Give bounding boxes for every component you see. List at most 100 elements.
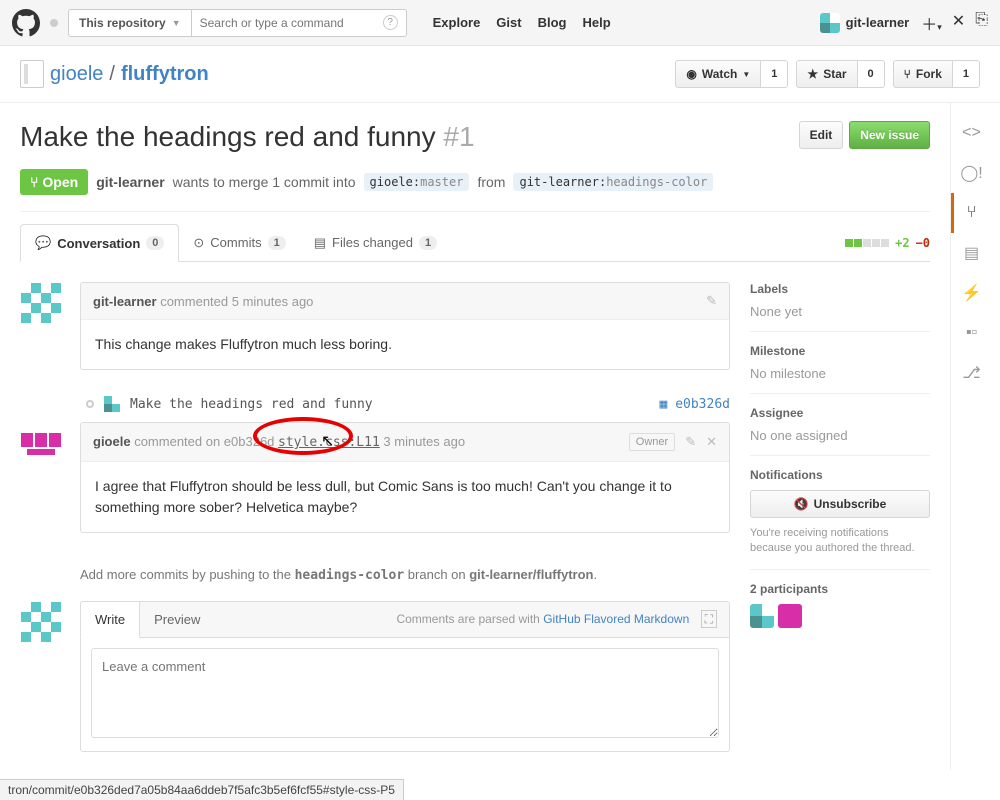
avatar-gioele[interactable]	[21, 423, 61, 463]
commit-message[interactable]: Make the headings red and funny	[130, 397, 373, 412]
tab-conversation[interactable]: 💬 Conversation 0	[20, 224, 179, 262]
commit-dot-icon	[86, 400, 94, 408]
labels-heading[interactable]: Labels	[750, 282, 930, 296]
unsubscribe-button[interactable]: 🔇 Unsubscribe	[750, 490, 930, 518]
star-count[interactable]: 0	[858, 60, 885, 88]
username-label: git-learner	[846, 15, 910, 30]
notification-indicator[interactable]	[50, 19, 58, 27]
user-menu[interactable]: git-learner	[820, 13, 910, 33]
tab-files[interactable]: ▤ Files changed 1	[300, 225, 451, 261]
user-avatar-icon	[820, 13, 840, 33]
milestone-heading[interactable]: Milestone	[750, 344, 930, 358]
repo-name-link[interactable]: fluffytron	[121, 63, 209, 86]
rail-graphs[interactable]: ▪▫	[951, 313, 992, 353]
repo-owner-link[interactable]: gioele	[50, 63, 103, 86]
pr-summary-text: wants to merge 1 commit into	[173, 174, 356, 190]
watch-button[interactable]: ◉ Watch ▼	[675, 60, 761, 88]
search-scope-selector[interactable]: This repository ▼	[68, 9, 192, 37]
star-label: Star	[823, 67, 846, 81]
delete-comment-icon[interactable]: ✕	[706, 434, 717, 450]
comment-icon: 💬	[35, 235, 51, 251]
assignee-heading[interactable]: Assignee	[750, 406, 930, 420]
comment-item: gioele commented on e0b326d style.css:L1…	[80, 422, 730, 533]
nav-help[interactable]: Help	[582, 15, 610, 30]
comment-meta: commented on e0b326d	[134, 434, 278, 449]
settings-icon[interactable]: ✕	[952, 11, 965, 35]
new-issue-button[interactable]: New issue	[849, 121, 930, 149]
diffstat: +2 −0	[845, 236, 930, 250]
file-line-link[interactable]: style.css:L11	[278, 435, 380, 450]
state-badge: ⑂ Open	[20, 169, 88, 195]
issue-number: #1	[443, 121, 474, 152]
edit-comment-icon[interactable]: ✎	[685, 434, 696, 450]
pr-state-row: ⑂ Open git-learner wants to merge 1 comm…	[20, 169, 930, 212]
comment-link-icon[interactable]: ▦	[660, 397, 668, 412]
nav-blog[interactable]: Blog	[538, 15, 567, 30]
rail-code[interactable]: <>	[951, 113, 992, 153]
push-branch: headings-color	[295, 568, 405, 583]
eye-icon: ◉	[686, 67, 696, 81]
edit-button[interactable]: Edit	[799, 121, 844, 149]
avatar-git-learner[interactable]	[21, 602, 61, 642]
commit-icon: ⊙	[193, 235, 204, 251]
rail-pulse[interactable]: ⚡	[951, 273, 992, 313]
star-button[interactable]: ★ Star	[796, 60, 857, 88]
github-logo[interactable]	[12, 9, 40, 37]
head-branch[interactable]: git-learner:headings-color	[513, 173, 713, 191]
rail-wiki[interactable]: ▤	[951, 233, 992, 273]
tab-commits[interactable]: ⊙ Commits 1	[179, 225, 299, 261]
notification-reason: You're receiving notifications because y…	[750, 526, 930, 557]
participant-avatar[interactable]	[750, 604, 774, 628]
files-count: 1	[419, 236, 437, 250]
create-new-icon[interactable]: ＋▾	[921, 11, 942, 35]
markdown-link[interactable]: GitHub Flavored Markdown	[543, 612, 689, 626]
labels-value: None yet	[750, 304, 930, 319]
repo-nav-rail: <> ◯! ⑂ ▤ ⚡ ▪▫ ⎇	[950, 103, 992, 770]
fork-group: ⑂ Fork 1	[893, 60, 980, 88]
fork-icon: ⑂	[904, 67, 911, 81]
rail-network[interactable]: ⎇	[951, 353, 992, 393]
sign-out-icon[interactable]: ⎘	[975, 11, 988, 35]
comment-body: This change makes Fluffytron much less b…	[81, 320, 729, 369]
pr-tabs: 💬 Conversation 0 ⊙ Commits 1 ▤ Files cha…	[20, 224, 930, 262]
browser-status-bar: tron/commit/e0b326ded7a05b84aa6ddeb7f5af…	[0, 779, 404, 800]
comment-author[interactable]: gioele	[93, 434, 131, 449]
comment-meta: commented 5 minutes ago	[160, 294, 313, 309]
chevron-down-icon: ▼	[172, 18, 181, 28]
comment-composer: Write Preview Comments are parsed with G…	[80, 601, 730, 752]
fork-count[interactable]: 1	[953, 60, 980, 88]
milestone-value: No milestone	[750, 366, 930, 381]
watch-group: ◉ Watch ▼ 1	[675, 60, 788, 88]
participant-avatar[interactable]	[778, 604, 802, 628]
nav-gist[interactable]: Gist	[496, 15, 521, 30]
rail-pull-requests[interactable]: ⑂	[951, 193, 992, 233]
comment-item: git-learner commented 5 minutes ago ✎ Th…	[80, 282, 730, 370]
push-hint: Add more commits by pushing to the headi…	[20, 549, 730, 601]
help-icon[interactable]: ?	[383, 15, 398, 30]
nav-explore[interactable]: Explore	[433, 15, 481, 30]
watch-count[interactable]: 1	[761, 60, 788, 88]
avatar-git-learner[interactable]	[21, 283, 61, 323]
commit-avatar	[104, 396, 120, 412]
compose-tab-preview[interactable]: Preview	[140, 602, 214, 637]
compose-tab-write[interactable]: Write	[80, 601, 140, 638]
comment-meta: 3 minutes ago	[380, 434, 465, 449]
comment-author[interactable]: git-learner	[93, 294, 157, 309]
markdown-hint: Comments are parsed with GitHub Flavored…	[396, 612, 729, 627]
repo-icon	[20, 60, 44, 88]
search-input[interactable]	[200, 16, 383, 30]
push-repo: git-learner/fluffytron	[469, 567, 593, 582]
commit-sha-link[interactable]: e0b326d	[675, 397, 730, 412]
commits-count: 1	[268, 236, 286, 250]
issue-title: Make the headings red and funny #1	[20, 121, 475, 153]
notifications-heading: Notifications	[750, 468, 930, 482]
fork-label: Fork	[916, 67, 942, 81]
comment-textarea[interactable]	[91, 648, 719, 738]
fork-button[interactable]: ⑂ Fork	[893, 60, 953, 88]
pr-author[interactable]: git-learner	[96, 174, 164, 190]
edit-comment-icon[interactable]: ✎	[706, 293, 717, 309]
base-branch[interactable]: gioele:master	[364, 173, 470, 191]
rail-issues[interactable]: ◯!	[951, 153, 992, 193]
fullscreen-icon[interactable]: ⛶	[701, 610, 717, 628]
assignee-value: No one assigned	[750, 428, 930, 443]
